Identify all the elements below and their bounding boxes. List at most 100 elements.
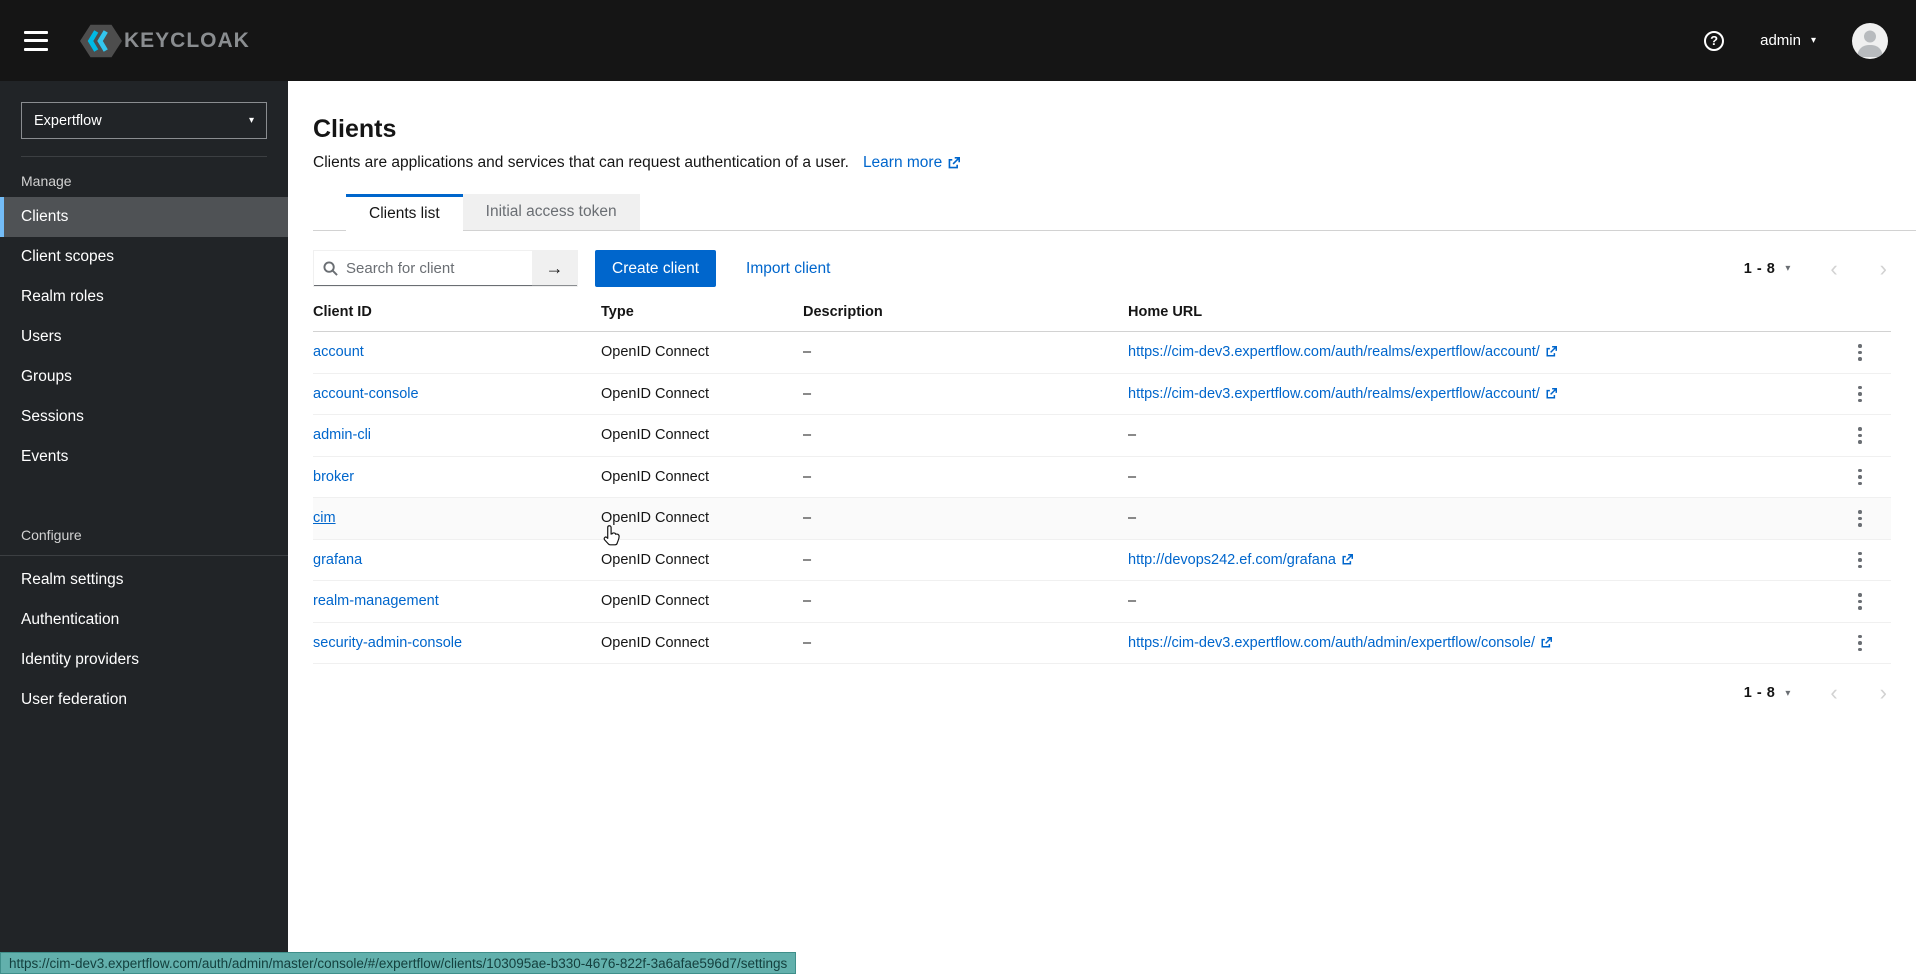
sidebar-item-users[interactable]: Users bbox=[0, 317, 288, 357]
nav-toggle-hamburger-icon[interactable] bbox=[24, 31, 48, 51]
previous-page-button[interactable]: ‹ bbox=[1826, 682, 1841, 704]
client-link[interactable]: security-admin-console bbox=[313, 635, 462, 651]
home-url-link[interactable]: https://cim-dev3.expertflow.com/auth/adm… bbox=[1128, 635, 1552, 651]
table-row: security-admin-console OpenID Connect – … bbox=[313, 622, 1891, 664]
realm-name: Expertflow bbox=[34, 113, 102, 129]
help-icon[interactable]: ? bbox=[1704, 31, 1724, 51]
sidebar-item-user-federation[interactable]: User federation bbox=[0, 680, 288, 720]
manage-section: Manage Clients Client scopes Realm roles… bbox=[0, 157, 288, 477]
manage-section-label: Manage bbox=[0, 157, 288, 197]
sidebar-item-identity-providers[interactable]: Identity providers bbox=[0, 640, 288, 680]
username: admin bbox=[1760, 32, 1801, 49]
client-link[interactable]: account-console bbox=[313, 386, 419, 402]
next-page-button[interactable]: › bbox=[1876, 258, 1891, 280]
table-row: account-console OpenID Connect – https:/… bbox=[313, 373, 1891, 415]
chevron-down-icon[interactable]: ▾ bbox=[1785, 688, 1790, 699]
external-link-icon bbox=[947, 157, 960, 170]
client-link[interactable]: broker bbox=[313, 469, 354, 485]
avatar[interactable] bbox=[1852, 23, 1888, 59]
table-row: realm-management OpenID Connect – – bbox=[313, 581, 1891, 623]
sidebar-item-authentication[interactable]: Authentication bbox=[0, 600, 288, 640]
client-link[interactable]: grafana bbox=[313, 552, 362, 568]
client-type: OpenID Connect bbox=[601, 373, 803, 415]
kebab-menu-icon[interactable] bbox=[1841, 342, 1879, 363]
table-row: broker OpenID Connect – – bbox=[313, 456, 1891, 498]
sidebar-item-realm-settings[interactable]: Realm settings bbox=[0, 560, 288, 600]
import-client-link[interactable]: Import client bbox=[746, 260, 830, 278]
col-header-description: Description bbox=[803, 293, 1128, 332]
next-page-button[interactable]: › bbox=[1876, 682, 1891, 704]
search-input[interactable] bbox=[314, 251, 532, 285]
client-link-cim[interactable]: cim bbox=[313, 510, 336, 526]
client-description: – bbox=[803, 415, 1128, 457]
home-url-link[interactable]: http://devops242.ef.com/grafana bbox=[1128, 552, 1353, 568]
kebab-menu-icon[interactable] bbox=[1841, 591, 1879, 612]
brand-text: KEYCLOAK bbox=[124, 29, 250, 53]
client-description: – bbox=[803, 498, 1128, 540]
home-url-empty: – bbox=[1128, 456, 1841, 498]
client-link[interactable]: realm-management bbox=[313, 593, 439, 609]
kebab-menu-icon[interactable] bbox=[1841, 467, 1879, 488]
pagination-range[interactable]: 1 - 8 bbox=[1744, 261, 1776, 277]
toolbar: → Create client Import client 1 - 8 ▾ ‹ … bbox=[288, 231, 1916, 287]
sidebar-item-groups[interactable]: Groups bbox=[0, 357, 288, 397]
home-url-text: https://cim-dev3.expertflow.com/auth/adm… bbox=[1128, 635, 1535, 651]
client-link[interactable]: admin-cli bbox=[313, 427, 371, 443]
configure-section-label: Configure bbox=[0, 511, 288, 556]
kebab-menu-icon[interactable] bbox=[1841, 425, 1879, 446]
tab-clients-list[interactable]: Clients list bbox=[346, 194, 463, 231]
user-dropdown[interactable]: admin ▾ bbox=[1760, 32, 1816, 49]
clients-table: Client ID Type Description Home URL acco… bbox=[313, 293, 1891, 664]
kebab-menu-icon[interactable] bbox=[1841, 508, 1879, 529]
keycloak-hexagon-icon bbox=[80, 24, 122, 58]
kebab-menu-icon[interactable] bbox=[1841, 633, 1879, 654]
client-description: – bbox=[803, 456, 1128, 498]
client-description: – bbox=[803, 373, 1128, 415]
kebab-menu-icon[interactable] bbox=[1841, 384, 1879, 405]
pagination-range[interactable]: 1 - 8 bbox=[1744, 685, 1776, 701]
home-url-empty: – bbox=[1128, 498, 1841, 540]
tab-initial-access-token[interactable]: Initial access token bbox=[463, 194, 640, 231]
sidebar-item-realm-roles[interactable]: Realm roles bbox=[0, 277, 288, 317]
external-link-icon bbox=[1545, 388, 1557, 400]
external-link-icon bbox=[1341, 554, 1353, 566]
chevron-down-icon[interactable]: ▾ bbox=[1785, 263, 1790, 274]
learn-more-label: Learn more bbox=[863, 154, 942, 172]
client-type: OpenID Connect bbox=[601, 415, 803, 457]
sidebar-item-events[interactable]: Events bbox=[0, 437, 288, 477]
kebab-menu-icon[interactable] bbox=[1841, 550, 1879, 571]
sidebar-item-sessions[interactable]: Sessions bbox=[0, 397, 288, 437]
col-header-actions bbox=[1841, 293, 1891, 332]
table-row: account OpenID Connect – https://cim-dev… bbox=[313, 332, 1891, 374]
home-url-link[interactable]: https://cim-dev3.expertflow.com/auth/rea… bbox=[1128, 386, 1557, 402]
client-type: OpenID Connect bbox=[601, 539, 803, 581]
sidebar-item-client-scopes[interactable]: Client scopes bbox=[0, 237, 288, 277]
create-client-button[interactable]: Create client bbox=[595, 250, 716, 287]
browser-status-url: https://cim-dev3.expertflow.com/auth/adm… bbox=[0, 952, 796, 974]
search-icon bbox=[323, 261, 338, 276]
search-submit-button[interactable]: → bbox=[532, 251, 577, 286]
client-type: OpenID Connect bbox=[601, 581, 803, 623]
previous-page-button[interactable]: ‹ bbox=[1826, 258, 1841, 280]
pagination-top: 1 - 8 ▾ ‹ › bbox=[1744, 258, 1891, 280]
page-title: Clients bbox=[313, 115, 1891, 144]
masthead: KEYCLOAK ? admin ▾ bbox=[0, 0, 1916, 81]
client-type: OpenID Connect bbox=[601, 498, 803, 540]
sidebar-item-clients[interactable]: Clients bbox=[0, 197, 288, 237]
client-description: – bbox=[803, 539, 1128, 581]
client-description: – bbox=[803, 581, 1128, 623]
pagination-bottom: 1 - 8 ▾ ‹ › bbox=[1744, 682, 1891, 704]
tab-bar: Clients list Initial access token bbox=[288, 194, 1916, 231]
home-url-link[interactable]: https://cim-dev3.expertflow.com/auth/rea… bbox=[1128, 344, 1557, 360]
external-link-icon bbox=[1540, 637, 1552, 649]
home-url-text: https://cim-dev3.expertflow.com/auth/rea… bbox=[1128, 344, 1540, 360]
chevron-down-icon: ▾ bbox=[249, 115, 254, 126]
realm-selector[interactable]: Expertflow ▾ bbox=[21, 102, 267, 139]
client-description: – bbox=[803, 622, 1128, 664]
tab-filler bbox=[640, 194, 1916, 231]
tab-spacer bbox=[313, 194, 346, 231]
client-link[interactable]: account bbox=[313, 344, 364, 360]
person-icon bbox=[1852, 23, 1888, 59]
client-description: – bbox=[803, 332, 1128, 374]
learn-more-link[interactable]: Learn more bbox=[863, 154, 960, 172]
